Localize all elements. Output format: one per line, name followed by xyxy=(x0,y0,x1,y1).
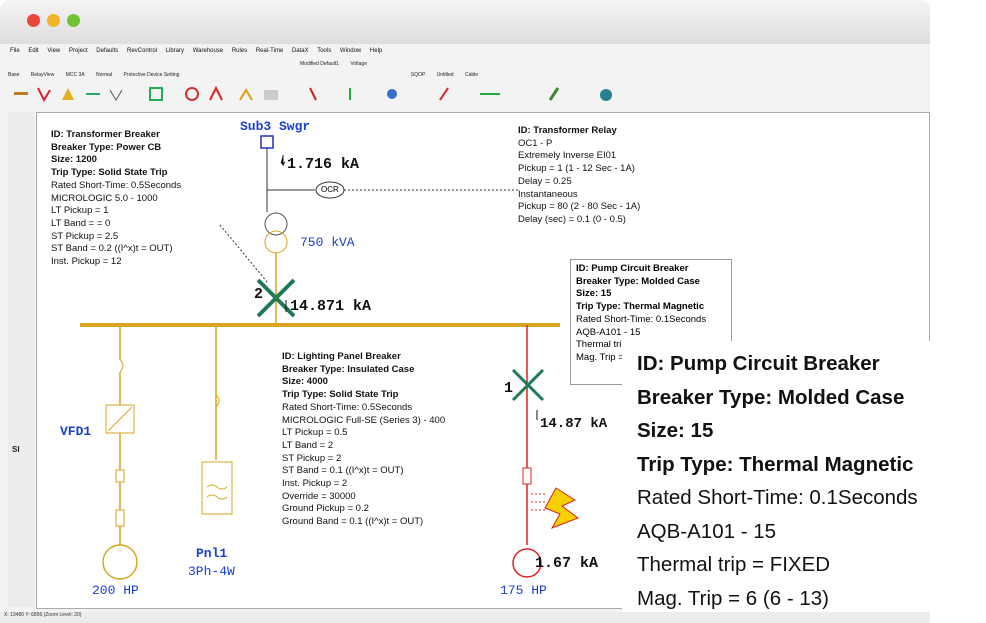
info-line: AQB-A101 - 15 xyxy=(576,326,641,338)
sub3-breaker-box[interactable] xyxy=(260,135,274,149)
zoom-size: Size: 15 xyxy=(637,419,714,442)
info-line: ST Pickup = 2 xyxy=(282,452,342,464)
info-line: Rated Short-Time: 0.1Seconds xyxy=(576,313,707,325)
info-line: LT Band = = 0 xyxy=(51,217,111,229)
status-bar: X: 13480 Y: 6856 (Zoom Level: 20) xyxy=(0,612,930,623)
info-line: Pickup = 80 (2 - 80 Sec - 1A) xyxy=(518,201,641,213)
info-id: ID: Pump Circuit Breaker xyxy=(576,263,689,274)
breaker-2-number: 2 xyxy=(254,286,264,303)
zoom-id: ID: Pump Circuit Breaker xyxy=(637,352,880,375)
info-type: Breaker Type: Molded Case xyxy=(576,275,700,287)
info-line: Ground Pickup = 0.2 xyxy=(282,503,369,515)
info-type: Breaker Type: Insulated Case xyxy=(282,363,415,375)
info-line: Rated Short-Time: 0.5Seconds xyxy=(51,179,182,191)
info-line: ST Pickup = 2.5 xyxy=(51,230,119,242)
motor-200hp[interactable] xyxy=(102,544,138,580)
info-line: Override = 30000 xyxy=(282,490,356,502)
info-trip: Trip Type: Solid State Trip xyxy=(51,167,168,179)
info-line: Inst. Pickup = 12 xyxy=(51,256,122,268)
info-line: Ground Band = 0.1 ((I^x)t = OUT) xyxy=(282,516,424,528)
info-id: ID: Transformer Relay xyxy=(518,125,617,136)
vfd-label: VFD1 xyxy=(60,424,92,439)
zoom-line: Mag. Trip = 6 (6 - 13) xyxy=(637,586,829,610)
panel-label: Pnl1 xyxy=(196,546,228,561)
info-line: MICROLOGIC Full-SE (Series 3) - 400 xyxy=(282,414,446,426)
current-top-label: 1.716 kA xyxy=(287,156,360,173)
transformer-secondary[interactable] xyxy=(264,230,288,254)
zoom-trip: Trip Type: Thermal Magnetic xyxy=(637,452,914,476)
info-line: MICROLOGIC 5.0 - 1000 xyxy=(51,192,158,204)
zoom-line: Rated Short-Time: 0.1Seconds xyxy=(637,486,918,509)
info-size: Size: 4000 xyxy=(282,376,328,388)
info-line: ST Band = 0.2 ((I^x)t = OUT) xyxy=(51,243,173,255)
zoom-line: AQB-A101 - 15 xyxy=(637,519,777,543)
info-size: Size: 15 xyxy=(576,288,612,300)
info-line: Instantaneous xyxy=(518,188,578,200)
transformer-primary[interactable] xyxy=(264,212,288,236)
info-trip: Trip Type: Solid State Trip xyxy=(282,389,399,401)
info-line: Pickup = 1 (1 - 12 Sec - 1A) xyxy=(518,163,635,175)
info-line: LT Band = 2 xyxy=(282,439,334,451)
transformer-rating-label: 750 kVA xyxy=(300,235,355,250)
zoom-type: Breaker Type: Molded Case xyxy=(637,385,905,409)
info-type: Breaker Type: Power CB xyxy=(51,141,162,153)
ocr-label: OCR xyxy=(321,185,339,194)
info-line: ST Band = 0.1 ((I^x)t = OUT) xyxy=(282,465,404,477)
info-trip: Trip Type: Thermal Magnetic xyxy=(576,301,705,313)
transformer-relay-info: ID: Transformer Relay OC1 - P Extremely … xyxy=(518,125,640,227)
sub3-swgr-label: Sub3 Swgr xyxy=(240,119,311,134)
zoom-line: Thermal trip = FIXED xyxy=(637,553,831,576)
info-line: Extremely Inverse EI01 xyxy=(518,150,617,162)
motor-175hp-label: 175 HP xyxy=(500,583,547,598)
info-id: ID: Transformer Breaker xyxy=(51,129,160,140)
breaker-1-number: 1 xyxy=(504,380,514,397)
panel-sub-label: 3Ph-4W xyxy=(188,564,235,579)
pump-breaker-x[interactable] xyxy=(511,368,545,402)
info-line: Delay = 0.25 xyxy=(518,175,572,187)
motor-200hp-label: 200 HP xyxy=(92,583,139,598)
transformer-breaker-info: ID: Transformer Breaker Breaker Type: Po… xyxy=(51,129,181,269)
info-line: OC1 - P xyxy=(518,137,553,149)
current-bus-label: 14.871 kA xyxy=(290,298,372,315)
info-id: ID: Lighting Panel Breaker xyxy=(282,351,401,362)
info-line: Rated Short-Time: 0.5Seconds xyxy=(282,401,413,413)
fault-lightning-icon[interactable] xyxy=(544,487,580,529)
current-pump-label: 14.87 kA xyxy=(540,416,608,432)
panel-symbol[interactable] xyxy=(201,461,233,515)
pump-breaker-zoom-panel: ID: Pump Circuit Breaker Breaker Type: M… xyxy=(622,341,986,623)
info-line: Inst. Pickup = 2 xyxy=(282,478,348,490)
info-line: LT Pickup = 0.5 xyxy=(282,427,348,439)
info-line: Delay (sec) = 0.1 (0 - 0.5) xyxy=(518,213,626,225)
current-motor-label: 1.67 kA xyxy=(535,555,599,572)
info-size: Size: 1200 xyxy=(51,154,97,166)
info-line: LT Pickup = 1 xyxy=(51,205,109,217)
lighting-breaker-info: ID: Lighting Panel Breaker Breaker Type:… xyxy=(282,351,445,529)
